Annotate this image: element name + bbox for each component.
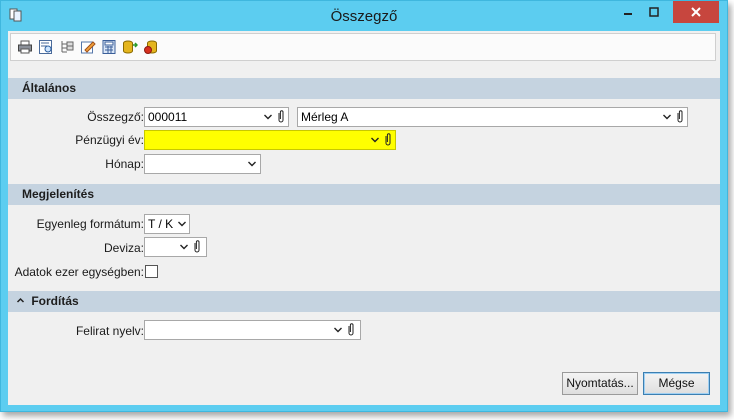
month-combo[interactable] — [144, 154, 261, 174]
title-bar[interactable]: Összegző — [1, 1, 727, 31]
section-display-title: Megjelenítés — [22, 187, 95, 201]
chevron-down-icon[interactable] — [262, 108, 274, 126]
caption-language-label: Felirat nyelv: — [75, 324, 144, 338]
dialog-body: Általános Összegző: 000011 Mérleg A Pénz… — [8, 31, 720, 405]
chevron-up-icon[interactable] — [16, 296, 25, 305]
paperclip-icon[interactable] — [346, 321, 356, 339]
maximize-button[interactable] — [641, 1, 667, 23]
minimize-icon — [624, 13, 632, 15]
caption-language-combo[interactable] — [144, 320, 361, 340]
section-display-header: Megjelenítés — [8, 184, 720, 205]
chevron-down-icon[interactable] — [332, 321, 344, 339]
summarizer-code-value: 000011 — [148, 110, 188, 124]
chevron-down-icon[interactable] — [246, 155, 258, 173]
balance-format-combo[interactable]: T / K — [144, 214, 190, 234]
chevron-down-icon[interactable] — [176, 215, 188, 233]
summarizer-code-combo[interactable]: 000011 — [144, 107, 289, 127]
paperclip-icon[interactable] — [192, 238, 202, 256]
chevron-down-icon[interactable] — [661, 108, 673, 126]
database-export-icon[interactable] — [122, 39, 138, 55]
paperclip-icon[interactable] — [383, 131, 393, 149]
print-icon[interactable] — [17, 39, 33, 55]
balance-format-label: Egyenleg formátum: — [36, 217, 144, 231]
summarizer-name-value: Mérleg A — [301, 110, 349, 124]
paperclip-icon[interactable] — [675, 108, 685, 126]
section-translation-header[interactable]: Fordítás — [8, 291, 720, 312]
month-label: Hónap: — [105, 157, 144, 171]
tree-icon[interactable] — [59, 39, 75, 55]
summarizer-name-combo[interactable]: Mérleg A — [297, 107, 688, 127]
close-icon — [691, 7, 701, 17]
print-button[interactable]: Nyomtatás... — [562, 372, 638, 395]
edit-icon[interactable] — [80, 39, 96, 55]
section-general-header: Általános — [8, 78, 720, 99]
maximize-icon — [649, 7, 659, 17]
currency-combo[interactable] — [144, 237, 207, 257]
toolbar — [10, 33, 716, 61]
database-import-icon[interactable] — [143, 39, 159, 55]
minimize-button[interactable] — [615, 1, 641, 23]
fiscal-year-label: Pénzügyi év: — [75, 133, 144, 147]
preview-icon[interactable] — [38, 39, 54, 55]
calculator-icon[interactable] — [101, 39, 117, 55]
chevron-down-icon[interactable] — [178, 238, 190, 256]
fiscal-year-combo[interactable] — [144, 130, 396, 150]
chevron-down-icon[interactable] — [369, 131, 381, 149]
close-button[interactable] — [673, 1, 719, 23]
currency-label: Deviza: — [103, 241, 144, 255]
section-general-title: Általános — [22, 81, 77, 95]
cancel-button[interactable]: Mégse — [643, 372, 710, 395]
thousands-checkbox[interactable] — [145, 265, 158, 278]
thousands-label: Adatok ezer egységben: — [14, 265, 144, 279]
summarizer-label: Összegző: — [87, 110, 144, 124]
dialog-window: Összegző Általános Összegző: 000011 Mérl… — [0, 0, 728, 412]
paperclip-icon[interactable] — [276, 108, 286, 126]
balance-format-value: T / K — [148, 217, 174, 231]
section-translation-title: Fordítás — [31, 294, 79, 308]
